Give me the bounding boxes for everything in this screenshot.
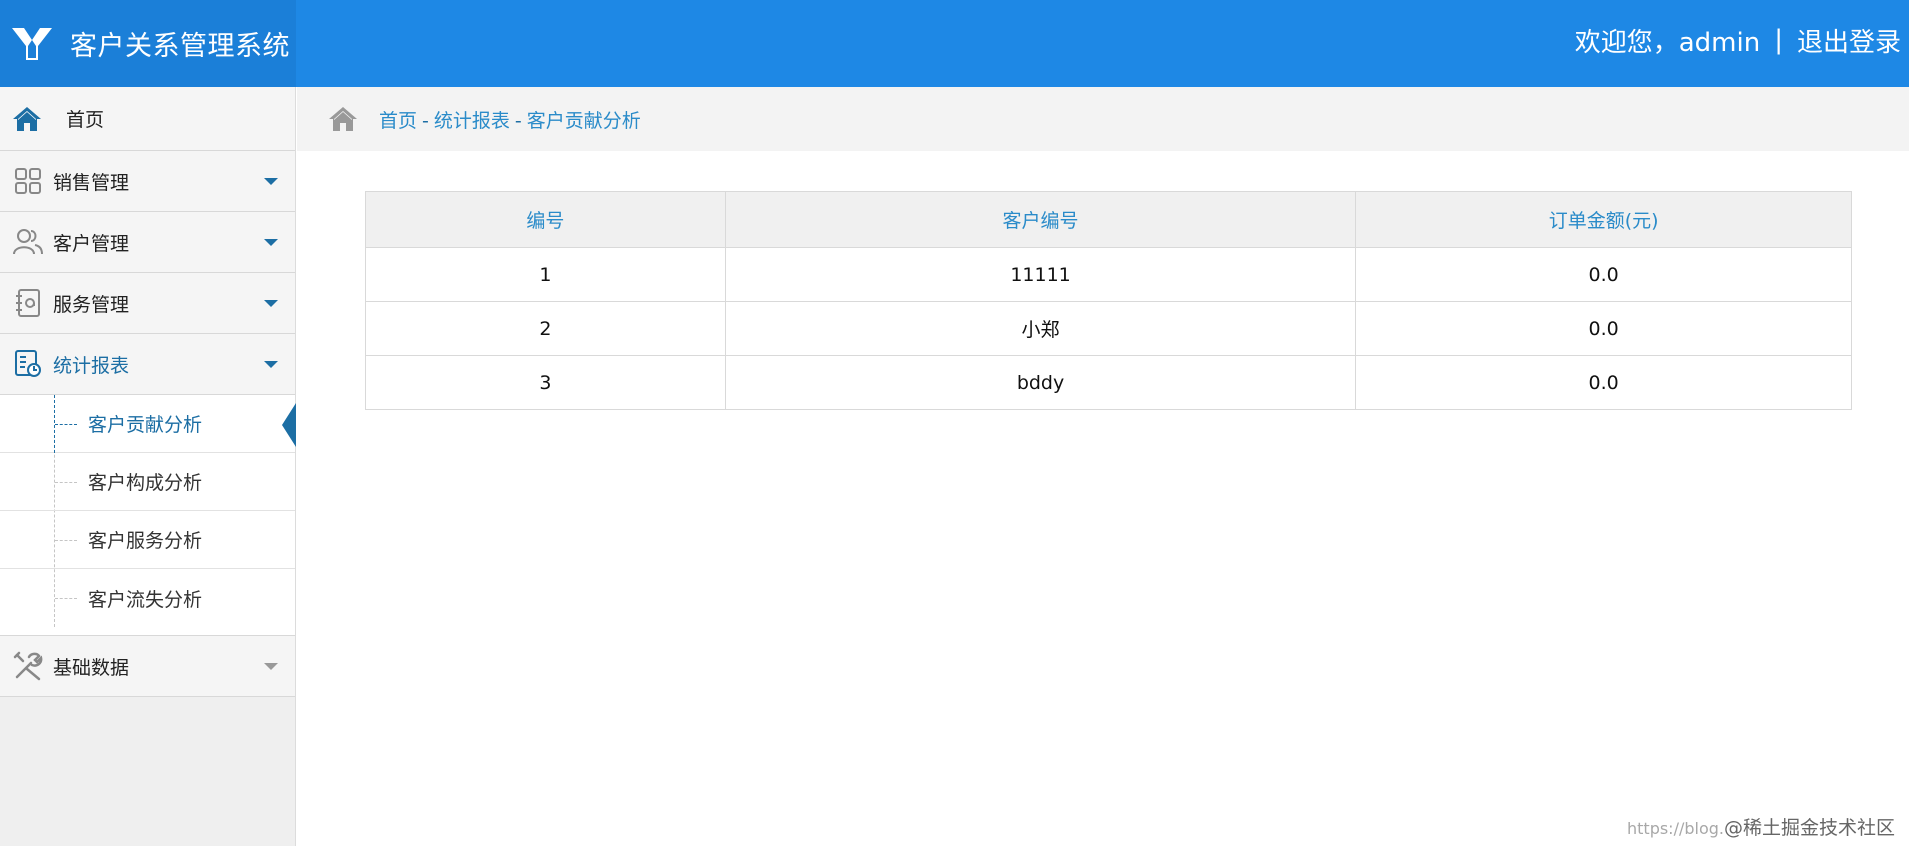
table-cell: 11111 xyxy=(724,247,1357,302)
table-row: 2 小郑 0.0 xyxy=(365,301,1852,356)
welcome-text: 欢迎您，admin xyxy=(1574,27,1761,58)
submenu-item-label: 客户流失分析 xyxy=(88,588,203,611)
tools-icon xyxy=(13,651,43,681)
column-header-customer-id: 客户编号 xyxy=(724,191,1357,248)
sidebar-item-label: 首页 xyxy=(66,109,105,131)
table-cell: 2 xyxy=(365,301,726,356)
chevron-down-icon xyxy=(264,239,278,246)
table-cell: 0.0 xyxy=(1355,355,1852,410)
report-icon xyxy=(13,349,43,379)
tree-branch xyxy=(55,598,77,599)
table-cell: 0.0 xyxy=(1355,301,1852,356)
breadcrumb-separator: - xyxy=(514,109,522,132)
submenu-item-label: 客户服务分析 xyxy=(88,530,203,552)
submenu-item-contribution[interactable]: 客户贡献分析 xyxy=(0,395,296,453)
sidebar: 首页 销售管理 客户管理 服务管理 统计报表 客户贡献分析 客户构成分析 客户服… xyxy=(0,87,296,846)
submenu-item-churn[interactable]: 客户流失分析 xyxy=(0,569,295,627)
sidebar-item-label: 客户管理 xyxy=(53,232,130,255)
breadcrumb-section-link[interactable]: 统计报表 xyxy=(434,110,510,132)
contact-book-icon xyxy=(13,288,43,318)
active-indicator xyxy=(282,403,296,447)
chevron-down-icon xyxy=(264,300,278,307)
contribution-table: 编号 客户编号 订单金额(元) 1 11111 0.0 2 小郑 0.0 3 b… xyxy=(365,191,1852,410)
submenu-item-label: 客户构成分析 xyxy=(88,472,203,494)
table-cell: 3 xyxy=(365,355,726,410)
breadcrumb-home-link[interactable]: 首页 xyxy=(379,110,417,132)
logo-icon xyxy=(12,27,52,60)
sidebar-item-sales[interactable]: 销售管理 xyxy=(0,151,295,212)
column-header-order-amount: 订单金额(元) xyxy=(1355,191,1852,248)
table-row: 1 11111 0.0 xyxy=(365,247,1852,302)
header-separator: | xyxy=(1774,25,1783,55)
sidebar-item-label: 统计报表 xyxy=(53,354,130,377)
breadcrumb: 首页 - 统计报表 - 客户贡献分析 xyxy=(379,106,641,133)
table-cell: 0.0 xyxy=(1355,247,1852,302)
watermark-url: https://blog. xyxy=(1627,819,1724,838)
submenu-item-service-analysis[interactable]: 客户服务分析 xyxy=(0,511,295,569)
chevron-down-icon xyxy=(264,663,278,670)
table-cell: 1 xyxy=(365,247,726,302)
submenu-item-composition[interactable]: 客户构成分析 xyxy=(0,453,295,511)
home-icon xyxy=(12,104,42,134)
sidebar-item-label: 销售管理 xyxy=(53,171,130,194)
column-header-id: 编号 xyxy=(365,191,726,248)
reports-submenu: 客户贡献分析 客户构成分析 客户服务分析 客户流失分析 xyxy=(0,395,296,636)
home-icon xyxy=(329,107,357,131)
logo-block: 客户关系管理系统 xyxy=(0,0,296,87)
sidebar-item-label: 服务管理 xyxy=(53,293,130,316)
sidebar-item-reports[interactable]: 统计报表 xyxy=(0,334,295,395)
chevron-down-icon xyxy=(264,178,278,185)
table-cell: bddy xyxy=(724,355,1357,410)
tree-branch xyxy=(55,482,77,483)
watermark-brand: @稀土掘金技术社区 xyxy=(1723,817,1895,839)
breadcrumb-bar: 首页 - 统计报表 - 客户贡献分析 xyxy=(297,87,1909,151)
tree-branch xyxy=(55,424,77,425)
user-area: 欢迎您，admin | 退出登录 xyxy=(1575,0,1901,80)
table-cell: 小郑 xyxy=(724,301,1357,356)
top-header: 客户关系管理系统 欢迎您，admin | 退出登录 xyxy=(0,0,1909,87)
chevron-down-icon xyxy=(264,361,278,368)
sidebar-item-home[interactable]: 首页 xyxy=(0,87,295,151)
breadcrumb-current[interactable]: 客户贡献分析 xyxy=(527,110,641,132)
tree-branch xyxy=(55,540,77,541)
table-row: 3 bddy 0.0 xyxy=(365,355,1852,410)
users-icon xyxy=(13,227,43,257)
table-header-row: 编号 客户编号 订单金额(元) xyxy=(365,191,1852,248)
breadcrumb-separator: - xyxy=(422,109,429,132)
sidebar-item-label: 基础数据 xyxy=(53,656,130,679)
sidebar-item-basedata[interactable]: 基础数据 xyxy=(0,636,295,697)
submenu-item-label: 客户贡献分析 xyxy=(88,414,203,436)
sidebar-item-customers[interactable]: 客户管理 xyxy=(0,212,295,273)
app-title: 客户关系管理系统 xyxy=(70,31,290,62)
logout-link[interactable]: 退出登录 xyxy=(1797,22,1901,59)
grid-icon xyxy=(13,166,43,196)
watermark: https://blog.@稀土掘金技术社区 xyxy=(1627,813,1895,840)
sidebar-item-service[interactable]: 服务管理 xyxy=(0,273,295,334)
